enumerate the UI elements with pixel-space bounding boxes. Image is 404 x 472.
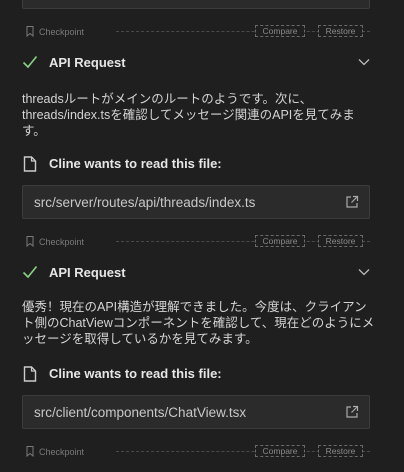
assistant-message: threadsルートがメインのルートのようです。次に、threads/index… xyxy=(22,92,355,138)
checkpoint-row: Checkpoint Compare Restore xyxy=(22,445,370,459)
check-icon xyxy=(22,265,38,279)
checkpoint-label: Checkpoint xyxy=(39,447,85,457)
restore-button[interactable]: Restore xyxy=(318,445,363,457)
bookmark-icon xyxy=(26,236,34,247)
tool-header: Cline wants to read this file: xyxy=(22,155,370,173)
compare-button[interactable]: Compare xyxy=(255,445,305,457)
checkpoint-label: Checkpoint xyxy=(39,237,85,247)
file-path-box[interactable]: src/client/components/ChatView.tsx xyxy=(22,395,370,429)
assistant-message: 優秀！現在のAPI構造が理解できました。今度は、クライアント側のChatView… xyxy=(22,300,375,346)
chevron-down-icon[interactable] xyxy=(358,267,370,277)
previous-file-box[interactable] xyxy=(22,0,370,9)
external-link-icon[interactable] xyxy=(345,405,359,419)
file-path-box[interactable]: src/server/routes/api/threads/index.ts xyxy=(22,185,370,219)
restore-button[interactable]: Restore xyxy=(318,25,363,37)
api-request-header[interactable]: API Request xyxy=(22,53,370,73)
chevron-down-icon[interactable] xyxy=(358,57,370,67)
compare-button[interactable]: Compare xyxy=(255,25,305,37)
api-request-header[interactable]: API Request xyxy=(22,263,370,283)
external-link-icon[interactable] xyxy=(345,195,359,209)
bookmark-icon xyxy=(26,446,34,457)
checkpoint-label: Checkpoint xyxy=(39,27,85,37)
file-icon xyxy=(23,156,37,172)
file-path: src/server/routes/api/threads/index.ts xyxy=(34,195,256,210)
compare-button[interactable]: Compare xyxy=(255,235,305,247)
tool-title: Cline wants to read this file: xyxy=(49,156,222,171)
checkpoint-row: Checkpoint Compare Restore xyxy=(22,25,370,39)
bookmark-icon xyxy=(26,26,34,37)
file-icon xyxy=(23,366,37,382)
file-path: src/client/components/ChatView.tsx xyxy=(34,405,247,420)
check-icon xyxy=(22,55,38,69)
chat-panel: Checkpoint Compare Restore API Request t… xyxy=(0,0,404,472)
api-request-title: API Request xyxy=(49,55,126,70)
checkpoint-row: Checkpoint Compare Restore xyxy=(22,235,370,249)
tool-title: Cline wants to read this file: xyxy=(49,366,222,381)
tool-header: Cline wants to read this file: xyxy=(22,365,370,383)
api-request-title: API Request xyxy=(49,265,126,280)
restore-button[interactable]: Restore xyxy=(318,235,363,247)
